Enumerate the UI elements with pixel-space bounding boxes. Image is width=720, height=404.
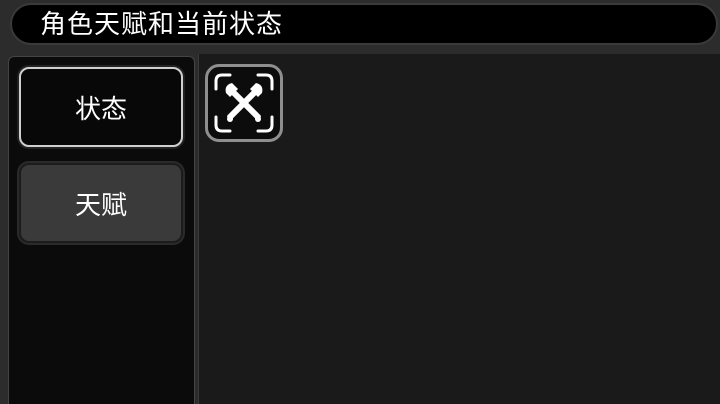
- status-panel: [198, 54, 720, 404]
- tab-status[interactable]: 状态: [19, 67, 183, 147]
- title-bar: 角色天赋和当前状态: [10, 3, 718, 45]
- crossed-axes-icon: [225, 83, 263, 122]
- tab-talent[interactable]: 天赋: [19, 163, 183, 243]
- tab-status-label: 状态: [74, 94, 127, 125]
- status-slot[interactable]: [205, 64, 283, 142]
- window-title: 角色天赋和当前状态: [40, 10, 284, 40]
- character-window: 角色天赋和当前状态 状态 天赋: [0, 0, 720, 404]
- tab-talent-label: 天赋: [74, 190, 127, 221]
- sidebar: 状态 天赋: [8, 56, 195, 404]
